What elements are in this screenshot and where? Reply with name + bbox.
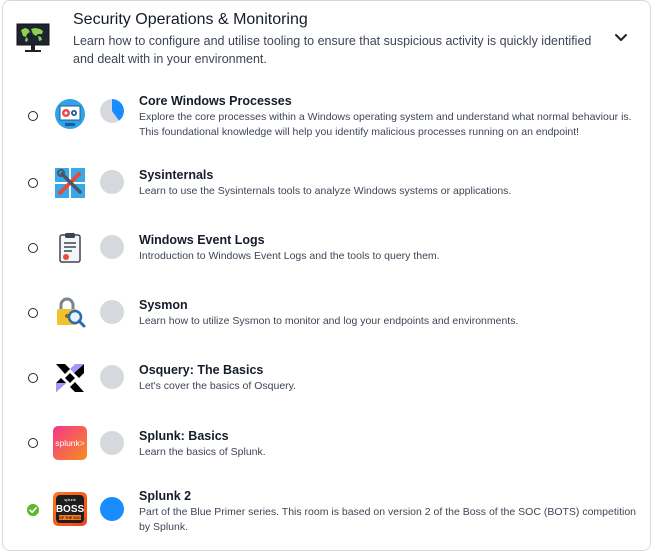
room-progress	[100, 300, 124, 324]
room-item-splunk-2[interactable]: splunk BOSS OF THE SOC Splunk 2 Part of …	[3, 485, 650, 545]
room-title: Core Windows Processes	[139, 94, 292, 108]
room-title: Splunk: Basics	[139, 429, 229, 443]
room-item-sysinternals[interactable]: Sysinternals Learn to use the Sysinterna…	[3, 164, 650, 224]
monitor-world-map-icon	[16, 23, 50, 52]
room-description: Learn the basics of Splunk.	[139, 446, 266, 458]
module-description: Learn how to configure and utilise tooli…	[73, 34, 592, 66]
room-radio[interactable]	[28, 438, 38, 448]
room-item-osquery-the-basics[interactable]: Osquery: The Basics Let's cover the basi…	[3, 359, 650, 419]
room-title: Osquery: The Basics	[139, 363, 264, 377]
room-title: Sysmon	[139, 298, 188, 312]
splunk-logo-icon: splunk>	[53, 426, 87, 460]
room-progress	[100, 170, 124, 194]
boss-logo-main-text: BOSS	[56, 504, 85, 515]
room-description: Explore the core processes within a Wind…	[139, 111, 632, 138]
boss-of-the-soc-icon: splunk BOSS OF THE SOC	[53, 492, 87, 526]
room-title: Windows Event Logs	[139, 233, 265, 247]
room-description: Introduction to Windows Event Logs and t…	[139, 250, 440, 262]
room-radio[interactable]	[28, 373, 38, 383]
splunk-logo-text: splunk>	[55, 438, 85, 448]
osquery-logo-icon	[56, 364, 84, 392]
room-description: Learn how to utilize Sysmon to monitor a…	[139, 315, 519, 327]
boss-logo-sub-text: OF THE SOC	[59, 516, 81, 520]
room-description: Part of the Blue Primer series. This roo…	[139, 506, 637, 533]
room-progress	[100, 365, 124, 389]
room-description: Learn to use the Sysinternals tools to a…	[139, 185, 512, 197]
room-progress	[100, 431, 124, 455]
room-progress	[100, 99, 124, 123]
room-progress	[100, 497, 124, 521]
clipboard-log-icon	[59, 233, 81, 263]
windows-tools-icon	[55, 168, 85, 198]
room-title: Sysinternals	[139, 168, 214, 182]
room-radio[interactable]	[28, 111, 38, 121]
completed-check-icon[interactable]	[27, 504, 39, 516]
room-item-sysmon[interactable]: Sysmon Learn how to utilize Sysmon to mo…	[3, 294, 650, 354]
room-item-splunk-basics[interactable]: splunk> Splunk: Basics Learn the basics …	[3, 425, 650, 485]
room-progress	[100, 235, 124, 259]
boss-logo-top-text: splunk	[64, 497, 76, 502]
room-radio[interactable]	[28, 243, 38, 253]
module-title: Security Operations & Monitoring	[73, 11, 308, 28]
room-title: Splunk 2	[139, 489, 192, 503]
room-description: Let's cover the basics of Osquery.	[139, 380, 297, 392]
room-radio[interactable]	[28, 178, 38, 188]
lock-magnifier-icon	[57, 297, 86, 328]
module-header[interactable]: Security Operations & Monitoring Learn h…	[3, 1, 650, 76]
windows-gears-icon	[55, 99, 85, 129]
module-card: Security Operations & Monitoring Learn h…	[2, 0, 651, 551]
room-item-core-windows-processes[interactable]: Core Windows Processes Explore the core …	[3, 89, 650, 149]
room-radio[interactable]	[28, 308, 38, 318]
chevron-down-icon[interactable]	[613, 29, 629, 45]
room-item-windows-event-logs[interactable]: Windows Event Logs Introduction to Windo…	[3, 229, 650, 289]
